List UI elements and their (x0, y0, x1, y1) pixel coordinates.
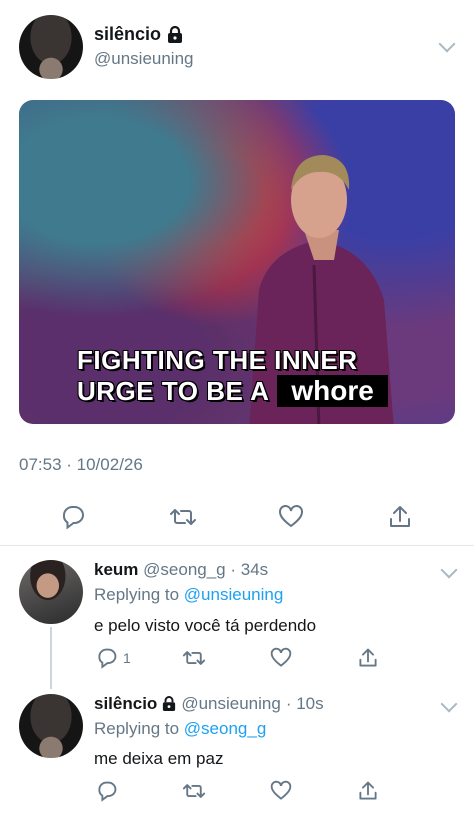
share-button[interactable] (357, 780, 379, 802)
tweet-actions (0, 500, 474, 536)
share-icon (359, 781, 377, 800)
chevron-down-icon[interactable] (438, 35, 456, 53)
author-handle[interactable]: @unsieuning (94, 49, 194, 69)
reply-button[interactable] (96, 780, 123, 802)
lock-icon (162, 696, 176, 712)
like-icon (279, 505, 303, 528)
reply-text: me deixa em paz (94, 749, 224, 768)
chevron-down-icon[interactable] (440, 561, 458, 579)
retweet-button[interactable] (182, 647, 206, 669)
reply-author-row[interactable]: silêncio @unsieuning · 10s (94, 694, 324, 714)
tweet-image[interactable]: FIGHTING THE INNER URGE TO BE A whore (19, 100, 455, 424)
like-button[interactable] (270, 780, 292, 802)
reply-icon (62, 506, 84, 530)
share-button[interactable] (383, 500, 417, 534)
avatar[interactable] (19, 694, 83, 758)
reply-author-handle[interactable]: @seong_g (143, 560, 226, 579)
like-icon (270, 647, 292, 667)
replying-to-link[interactable]: @seong_g (184, 719, 267, 738)
retweet-button[interactable] (166, 500, 200, 534)
reply-author-name[interactable]: keum (94, 560, 138, 579)
reply-actions (94, 780, 394, 806)
reply-tweet[interactable]: keum @seong_g · 34s Replying to @unsieun… (0, 546, 474, 686)
caption-line-2-prefix: URGE TO BE A (77, 376, 270, 406)
retweet-button[interactable] (182, 780, 206, 802)
reply-author-handle[interactable]: @unsieuning (181, 694, 281, 714)
caption-line-1: FIGHTING THE INNER (77, 345, 358, 375)
reply-age: · 10s (285, 694, 324, 713)
lock-icon (167, 25, 183, 44)
reply-author-row[interactable]: keum @seong_g · 34s (94, 560, 268, 580)
avatar[interactable] (19, 15, 83, 79)
reply-age: · 34s (230, 560, 269, 579)
retweet-icon (170, 509, 196, 525)
reply-button[interactable] (56, 500, 90, 534)
reply-text: e pelo visto você tá perdendo (94, 616, 317, 635)
replying-to-link[interactable]: @unsieuning (184, 585, 284, 604)
tweet-timestamp[interactable]: 07:53 · 10/02/26 (19, 455, 143, 475)
reply-button[interactable]: 1 (96, 647, 131, 669)
chevron-down-icon[interactable] (440, 695, 458, 713)
like-icon (270, 780, 292, 800)
main-tweet: silêncio @unsieuning FIGHTING THE INNER … (0, 0, 474, 546)
caption-line-2: URGE TO BE A whore (77, 375, 455, 407)
reply-tweet[interactable]: silêncio @unsieuning · 10s Replying to @… (0, 686, 474, 814)
share-button[interactable] (357, 647, 379, 669)
reply-actions: 1 (94, 647, 394, 673)
replying-to: Replying to @unsieuning (94, 585, 283, 605)
avatar[interactable] (19, 560, 83, 624)
like-button[interactable] (270, 647, 292, 669)
thread-line (50, 627, 52, 689)
reply-author-name[interactable]: silêncio (94, 694, 157, 714)
replying-prefix: Replying to (94, 719, 180, 738)
meme-caption: FIGHTING THE INNER URGE TO BE A whore (77, 345, 455, 407)
retweet-icon (182, 784, 206, 798)
reply-icon (98, 781, 117, 802)
reply-count: 1 (123, 650, 131, 666)
author-name-row[interactable]: silêncio (94, 24, 183, 45)
retweet-icon (182, 651, 206, 665)
caption-highlight: whore (277, 375, 388, 407)
like-button[interactable] (274, 500, 308, 534)
share-icon (359, 648, 377, 667)
share-icon (390, 506, 410, 527)
replying-to: Replying to @seong_g (94, 719, 266, 739)
replying-prefix: Replying to (94, 585, 180, 604)
author-name[interactable]: silêncio (94, 24, 161, 45)
reply-icon (98, 648, 117, 669)
